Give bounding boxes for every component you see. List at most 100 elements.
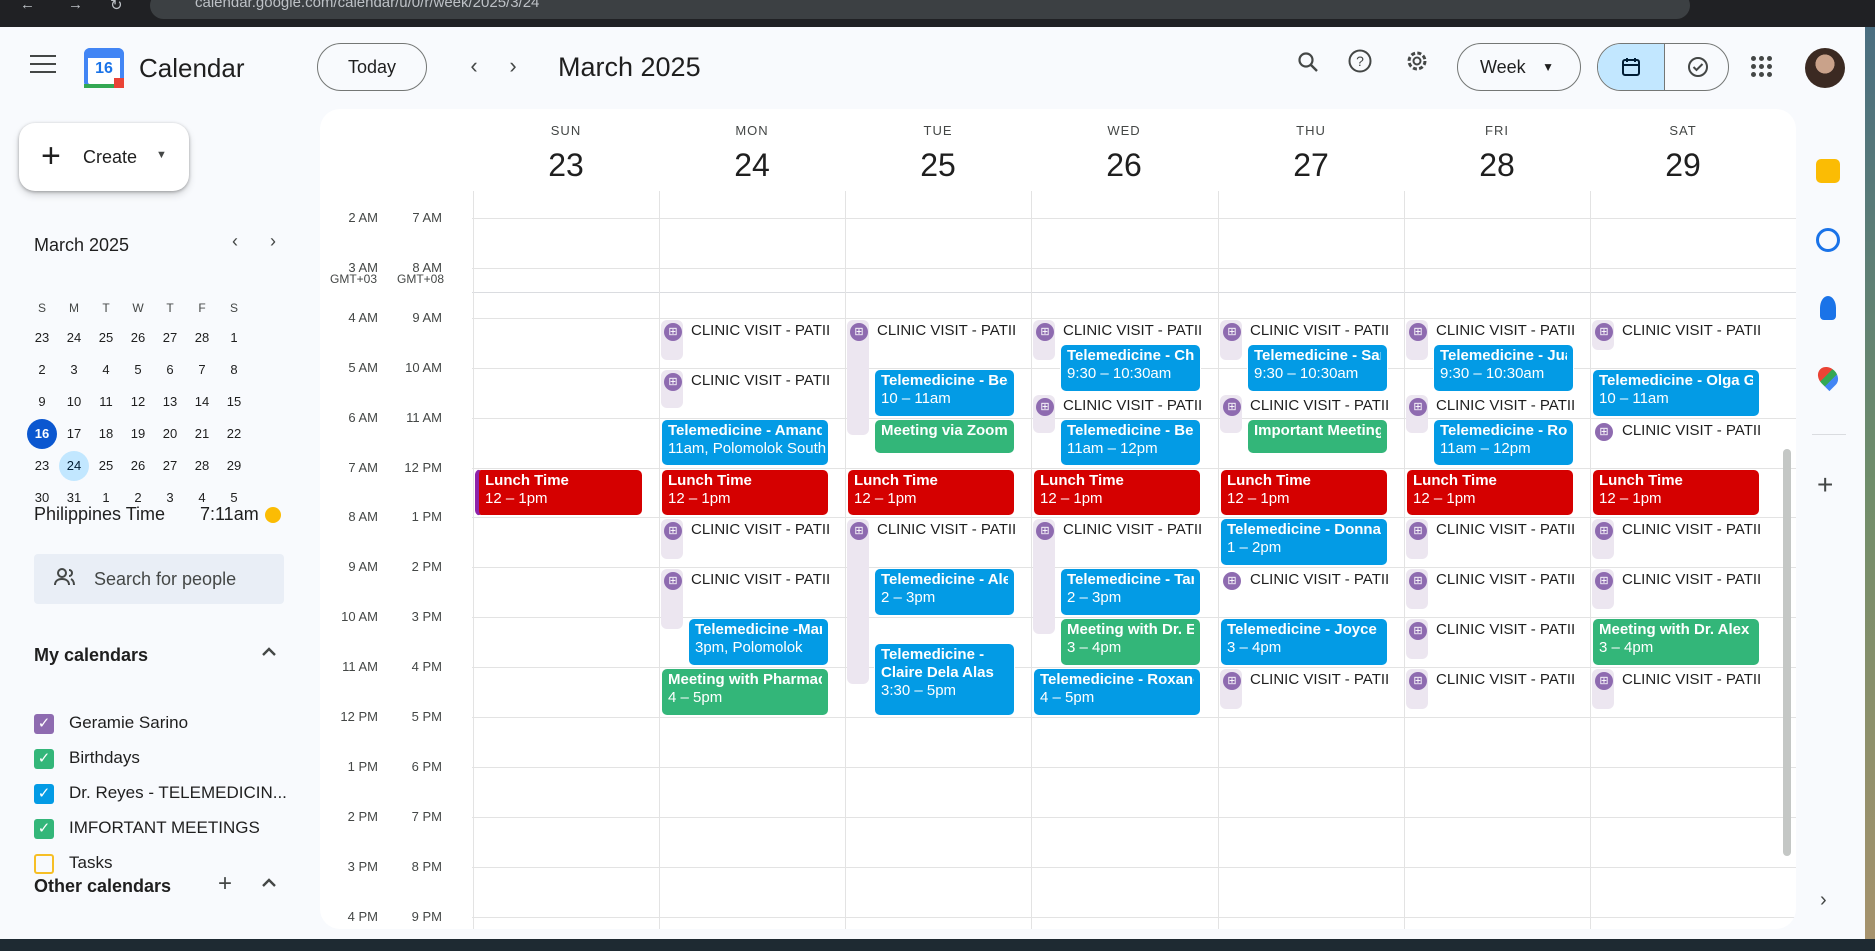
- mini-day[interactable]: 4: [91, 355, 121, 385]
- mini-prev-chevron-icon[interactable]: ‹: [222, 231, 248, 252]
- telemedicine-event[interactable]: Telemedicine - Joyce P3 – 4pm: [1220, 618, 1388, 667]
- clinic-visit-task[interactable]: ⊞ CLINIC VISIT - PATII: [661, 320, 831, 346]
- mini-day[interactable]: 23: [27, 451, 57, 481]
- checkbox[interactable]: [34, 854, 54, 874]
- meeting-event[interactable]: Meeting with Dr. Ele3 – 4pm: [1060, 618, 1201, 667]
- telemedicine-event[interactable]: Telemedicine - Roxane 4 – 5pm: [1033, 668, 1201, 716]
- contacts-icon[interactable]: [1820, 296, 1836, 320]
- mini-day[interactable]: 24: [59, 451, 89, 481]
- calendar-view-icon[interactable]: [1598, 44, 1664, 90]
- account-avatar[interactable]: [1805, 48, 1845, 88]
- clinic-visit-task[interactable]: ⊞ CLINIC VISIT - PATII: [1592, 320, 1762, 346]
- lunch-event[interactable]: Lunch Time 12 – 1pm: [475, 468, 643, 517]
- meeting-event[interactable]: Meeting with Dr. Alex 3 – 4pm: [1592, 618, 1760, 667]
- telemedicine-event[interactable]: Telemedicine - Donna I1 – 2pm: [1220, 518, 1388, 567]
- checkbox[interactable]: ✓: [34, 784, 54, 804]
- prev-week-chevron-icon[interactable]: ‹: [457, 49, 491, 83]
- mini-day[interactable]: 5: [123, 355, 153, 385]
- mini-day[interactable]: 26: [123, 451, 153, 481]
- telemedicine-event[interactable]: Telemedicine - Ber 11am – 12pm: [1060, 418, 1201, 467]
- lunch-event[interactable]: Lunch Time 12 – 1pm: [1406, 468, 1574, 517]
- mini-day[interactable]: 24: [59, 323, 89, 353]
- important-meeting-event[interactable]: Important Meeting: [1247, 418, 1388, 455]
- mini-day[interactable]: 25: [91, 451, 121, 481]
- back-icon[interactable]: ←: [20, 0, 35, 13]
- clinic-visit-task[interactable]: ⊞ CLINIC VISIT - PATII: [661, 569, 831, 595]
- clinic-visit-task[interactable]: ⊞ CLINIC VISIT - PATII: [661, 519, 831, 545]
- get-addons-plus-icon[interactable]: +: [1817, 469, 1833, 501]
- lunch-event[interactable]: Lunch Time 12 – 1pm: [1220, 468, 1388, 517]
- clinic-visit-task[interactable]: ⊞ CLINIC VISIT - PATII: [1406, 320, 1576, 346]
- clinic-visit-task[interactable]: ⊞ CLINIC VISIT - PATII: [1592, 420, 1762, 446]
- mini-day[interactable]: 28: [187, 323, 217, 353]
- expand-panel-chevron-icon[interactable]: ›: [1820, 889, 1827, 912]
- create-button[interactable]: + Create ▼: [19, 123, 189, 191]
- clinic-visit-task[interactable]: ⊞ CLINIC VISIT - PATII: [661, 370, 831, 396]
- mini-day[interactable]: 25: [91, 323, 121, 353]
- help-icon[interactable]: ?: [1340, 47, 1380, 87]
- mini-day[interactable]: 6: [155, 355, 185, 385]
- next-week-chevron-icon[interactable]: ›: [496, 49, 530, 83]
- address-bar[interactable]: calendar.google.com/calendar/u/0/r/week/…: [150, 0, 1690, 19]
- clinic-visit-task[interactable]: ⊞ CLINIC VISIT - PATII: [1033, 519, 1203, 545]
- day-number[interactable]: 23: [473, 147, 659, 184]
- tasks-view-icon[interactable]: [1664, 44, 1728, 90]
- checkbox[interactable]: ✓: [34, 714, 54, 734]
- lunch-event[interactable]: Lunch Time 12 – 1pm: [661, 468, 829, 517]
- mini-day[interactable]: 8: [219, 355, 249, 385]
- clinic-visit-task[interactable]: ⊞ CLINIC VISIT - PATII: [1406, 669, 1576, 695]
- telemedicine-event[interactable]: Telemedicine - Bea 10 – 11am: [874, 368, 1015, 417]
- clinic-visit-task[interactable]: ⊞ CLINIC VISIT - PATII: [1220, 395, 1390, 421]
- clinic-visit-task[interactable]: ⊞ CLINIC VISIT - PATII: [1592, 669, 1762, 695]
- clinic-visit-task[interactable]: ⊞ CLINIC VISIT - PATII: [847, 519, 1017, 545]
- mini-day[interactable]: 13: [155, 387, 185, 417]
- mini-day[interactable]: 27: [155, 451, 185, 481]
- mini-day[interactable]: 2: [27, 355, 57, 385]
- mini-day[interactable]: 3: [59, 355, 89, 385]
- collapse-chevron-up-icon[interactable]: [260, 874, 278, 897]
- telemedicine-event[interactable]: Telemedicine - Jua 9:30 – 10:30am: [1433, 343, 1574, 392]
- add-calendar-plus-icon[interactable]: +: [218, 870, 232, 898]
- telemedicine-event[interactable]: Telemedicine - Chr 9:30 – 10:30am: [1060, 343, 1201, 392]
- mini-day[interactable]: 7: [187, 355, 217, 385]
- checkbox[interactable]: ✓: [34, 749, 54, 769]
- keep-notes-icon[interactable]: [1816, 159, 1840, 183]
- checkbox[interactable]: ✓: [34, 819, 54, 839]
- other-calendars-title[interactable]: Other calendars: [34, 876, 171, 897]
- mini-day[interactable]: 9: [27, 387, 57, 417]
- clinic-visit-task[interactable]: ⊞ CLINIC VISIT - PATII: [1033, 395, 1203, 421]
- mini-day[interactable]: 27: [155, 323, 185, 353]
- mini-day[interactable]: 22: [219, 419, 249, 449]
- day-number[interactable]: 27: [1218, 147, 1404, 184]
- mini-day[interactable]: 28: [187, 451, 217, 481]
- view-selector-dropdown[interactable]: Week ▼: [1457, 43, 1581, 91]
- collapse-chevron-up-icon[interactable]: [260, 643, 278, 666]
- main-menu-icon[interactable]: [30, 55, 56, 73]
- mini-next-chevron-icon[interactable]: ›: [260, 231, 286, 252]
- settings-gear-icon[interactable]: [1397, 47, 1437, 87]
- clinic-visit-task[interactable]: ⊞ CLINIC VISIT - PATII: [1406, 395, 1576, 421]
- grid-scrollbar[interactable]: [1783, 449, 1791, 856]
- today-button[interactable]: Today: [317, 43, 427, 91]
- clinic-visit-task[interactable]: ⊞ CLINIC VISIT - PATII: [1406, 569, 1576, 595]
- google-apps-grid-icon[interactable]: [1751, 56, 1773, 78]
- search-people-input[interactable]: Search for people: [34, 554, 284, 604]
- mini-day[interactable]: 21: [187, 419, 217, 449]
- mini-day[interactable]: 11: [91, 387, 121, 417]
- lunch-event[interactable]: Lunch Time 12 – 1pm: [847, 468, 1015, 517]
- telemedicine-event[interactable]: Telemedicine - Ros 11am – 12pm: [1433, 418, 1574, 467]
- clinic-visit-task[interactable]: ⊞ CLINIC VISIT - PATII: [1592, 569, 1762, 595]
- telemedicine-event[interactable]: Telemedicine - Alex 2 – 3pm: [874, 568, 1015, 617]
- day-number[interactable]: 25: [845, 147, 1031, 184]
- lunch-event[interactable]: Lunch Time 12 – 1pm: [1033, 468, 1201, 517]
- clinic-visit-task[interactable]: ⊞ CLINIC VISIT - PATII: [1220, 669, 1390, 695]
- reload-icon[interactable]: ↻: [110, 0, 123, 14]
- zoom-meeting-event[interactable]: Meeting via Zoom w: [874, 418, 1015, 455]
- telemedicine-event[interactable]: Telemedicine - San 9:30 – 10:30am: [1247, 343, 1388, 392]
- telemedicine-event[interactable]: Telemedicine - Claire Dela Alas 3:30 – 5pm: [874, 643, 1015, 716]
- clinic-visit-task[interactable]: ⊞ CLINIC VISIT - PATII: [1220, 320, 1390, 346]
- mini-day[interactable]: 1: [219, 323, 249, 353]
- mini-day[interactable]: 10: [59, 387, 89, 417]
- mini-day[interactable]: 12: [123, 387, 153, 417]
- clinic-visit-task[interactable]: ⊞ CLINIC VISIT - PATII: [1406, 519, 1576, 545]
